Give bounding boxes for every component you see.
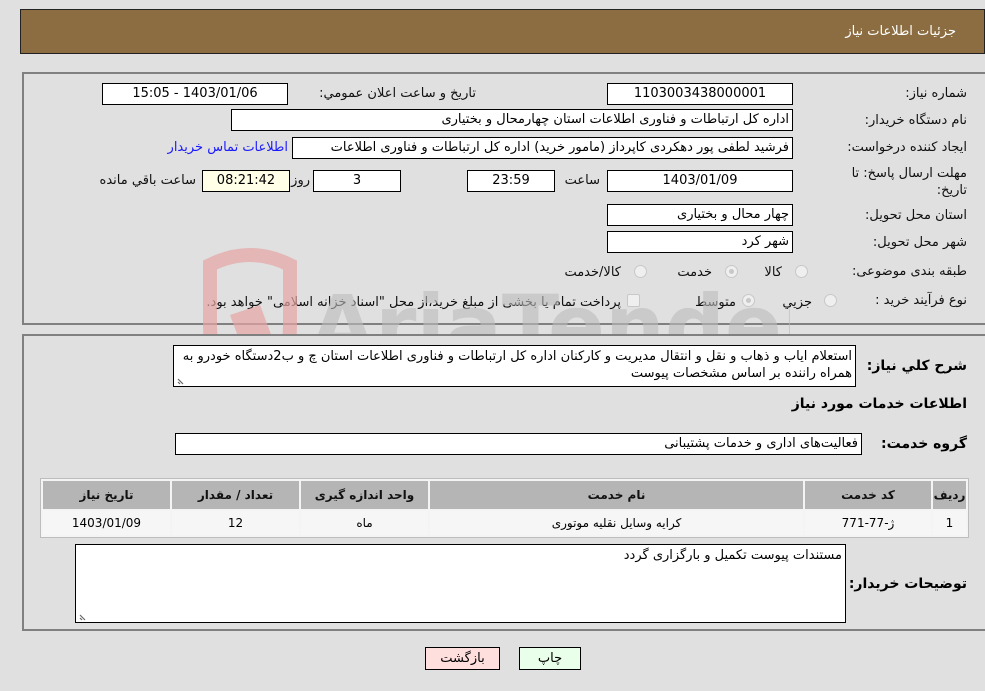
process-option-medium: متوسط	[695, 295, 736, 310]
treasury-note: پرداخت تمام یا بخشی از مبلغ خرید،از محل …	[206, 295, 621, 310]
cell-need-date: 1403/01/09	[43, 511, 170, 535]
cell-service-code: ژ-77-771	[805, 511, 931, 535]
services-section-title: اطلاعات خدمات مورد نیاز	[791, 396, 967, 412]
deadline-time-label: ساعت	[564, 173, 600, 188]
cell-row-number: 1	[933, 511, 966, 535]
col-header-service-name: نام خدمت	[430, 481, 803, 509]
province-label: استان محل تحویل:	[865, 208, 967, 223]
category-label: طبقه بندی موضوعی:	[851, 264, 967, 279]
resize-handle-icon[interactable]	[78, 611, 88, 621]
deadline-time-field: 23:59	[467, 170, 555, 192]
description-textarea[interactable]: استعلام ایاب و ذهاب و نقل و انتقال مدیری…	[173, 345, 856, 387]
buyer-notes-label: توضیحات خریدار:	[848, 576, 967, 592]
process-radio-minor[interactable]	[824, 294, 837, 307]
days-remaining-field: 3	[313, 170, 401, 192]
description-text: استعلام ایاب و ذهاب و نقل و انتقال مدیری…	[182, 349, 852, 381]
page-title: جزئیات اطلاعات نیاز	[845, 24, 956, 39]
city-label: شهر محل تحویل:	[872, 235, 967, 250]
deadline-date-field: 1403/01/09	[607, 170, 793, 192]
page-header: جزئیات اطلاعات نیاز	[20, 9, 985, 54]
print-button[interactable]: چاپ	[519, 647, 581, 670]
process-option-minor: جزيي	[782, 295, 812, 310]
back-button[interactable]: بازگشت	[425, 647, 500, 670]
category-radio-goods-service[interactable]	[634, 265, 647, 278]
treasury-checkbox[interactable]	[627, 294, 640, 307]
buyer-org-field: اداره کل ارتباطات و فناوری اطلاعات استان…	[231, 109, 793, 131]
cell-quantity: 12	[172, 511, 299, 535]
time-remaining-field: 08:21:42	[202, 170, 290, 192]
col-header-row-number: ردیف	[933, 481, 966, 509]
col-header-need-date: تاریخ نیاز	[43, 481, 170, 509]
need-number-label: شماره نیاز:	[905, 86, 967, 101]
services-table: ردیف کد خدمت نام خدمت واحد اندازه گیری ت…	[40, 478, 969, 538]
col-header-service-code: کد خدمت	[805, 481, 931, 509]
service-group-field: فعالیت‌های اداری و خدمات پشتیبانی	[175, 433, 862, 455]
category-option-goods-service: کالا/خدمت	[564, 265, 621, 280]
table-row: 1 ژ-77-771 کرایه وسایل نقلیه موتوری ماه …	[43, 511, 966, 535]
need-number-field: 1103003438000001	[607, 83, 793, 105]
deadline-label-line2: تاریخ:	[936, 183, 967, 198]
requester-label: ایجاد کننده درخواست:	[847, 140, 967, 155]
buyer-notes-textarea[interactable]: مستندات پیوست تکمیل و بارگزاری گردد	[75, 544, 846, 623]
col-header-quantity: تعداد / مقدار	[172, 481, 299, 509]
city-field: شهر کرد	[607, 231, 793, 253]
province-field: چهار محال و بختیاری	[607, 204, 793, 226]
table-header-row: ردیف کد خدمت نام خدمت واحد اندازه گیری ت…	[43, 481, 966, 509]
announce-datetime-label: تاریخ و ساعت اعلان عمومي:	[319, 86, 476, 101]
description-label: شرح کلي نیاز:	[866, 358, 967, 374]
cell-unit: ماه	[301, 511, 428, 535]
cell-service-name: کرایه وسایل نقلیه موتوری	[430, 511, 803, 535]
service-group-label: گروه خدمت:	[881, 436, 967, 452]
buyer-org-label: نام دستگاه خریدار:	[864, 113, 967, 128]
category-option-service: خدمت	[677, 265, 712, 280]
buyer-notes-text: مستندات پیوست تکمیل و بارگزاری گردد	[623, 548, 842, 563]
buyer-contact-link[interactable]: اطلاعات تماس خریدار	[168, 140, 288, 155]
col-header-unit: واحد اندازه گیری	[301, 481, 428, 509]
time-remaining-label: ساعت باقي مانده	[99, 173, 196, 188]
category-radio-service[interactable]	[725, 265, 738, 278]
resize-handle-icon[interactable]	[176, 375, 186, 385]
category-radio-goods[interactable]	[795, 265, 808, 278]
announce-datetime-field: 1403/01/06 - 15:05	[102, 83, 288, 105]
deadline-label-line1: مهلت ارسال پاسخ: تا	[851, 166, 967, 181]
requester-field: فرشید لطفی پور دهکردی کاپرداز (مامور خری…	[292, 137, 793, 159]
process-type-label: نوع فرآیند خرید :	[875, 293, 967, 308]
process-radio-medium[interactable]	[742, 294, 755, 307]
category-option-goods: کالا	[764, 265, 782, 280]
